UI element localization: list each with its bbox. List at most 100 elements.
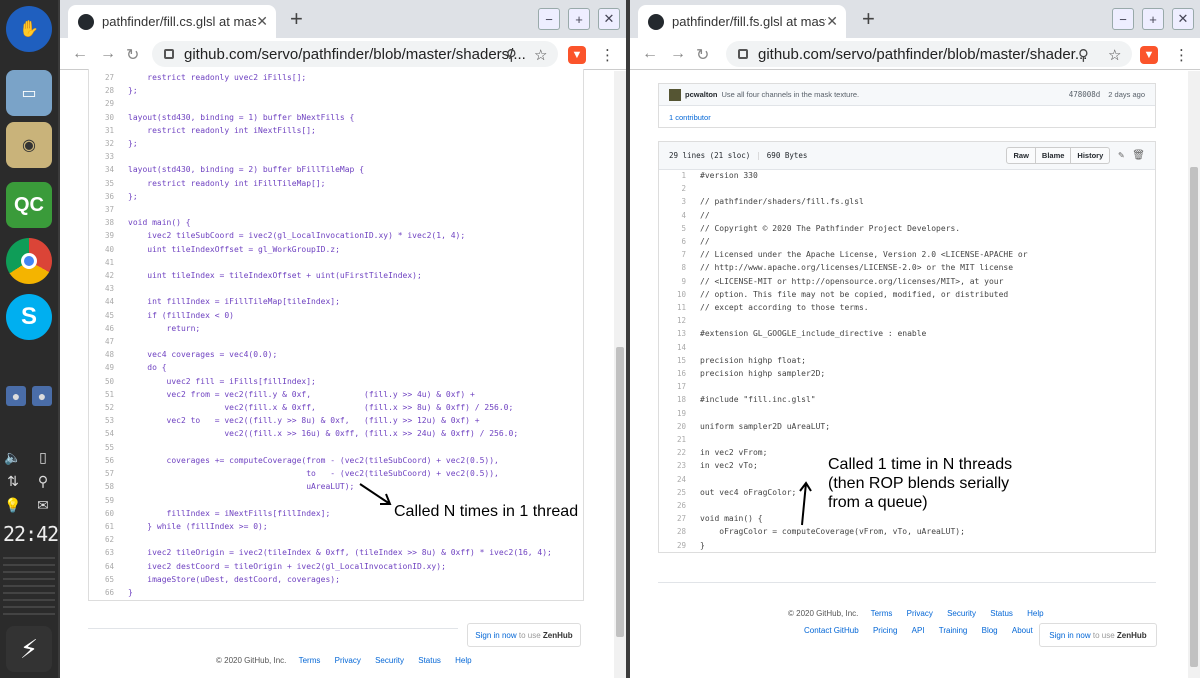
zenhub-brand: ZenHub [542, 630, 573, 640]
scrollbar[interactable] [614, 71, 626, 678]
file-size: 690 Bytes [766, 151, 808, 160]
edit-pencil-icon[interactable]: ✎ [1118, 150, 1124, 161]
zenhub-button[interactable]: Sign in now to use ZenHub [467, 623, 581, 647]
reload-icon[interactable]: ↻ [696, 45, 709, 65]
contributors-link[interactable]: 1 contributor [669, 113, 711, 122]
zoom-icon[interactable]: ⚲ [1078, 46, 1089, 64]
qtcreator-icon[interactable]: QC [6, 182, 52, 228]
footer-link-contact[interactable]: Contact GitHub [804, 626, 859, 635]
chrome-window-icon[interactable]: ● [32, 386, 52, 406]
volume-icon[interactable]: 🔈 [4, 448, 22, 466]
left-annotation: Called N times in 1 thread [394, 503, 579, 520]
browser-toolbar: ← → ↻ github.com/servo/pathfinder/blob/m… [60, 38, 626, 70]
skype-icon[interactable]: S [6, 294, 52, 340]
maximize-button[interactable]: + [1142, 8, 1164, 30]
raw-button[interactable]: Raw [1006, 147, 1036, 164]
zenhub-signin-link[interactable]: Sign in now [475, 631, 516, 640]
back-icon[interactable]: ← [72, 45, 88, 63]
scrollbar-thumb[interactable] [1190, 167, 1198, 667]
commit-message[interactable]: Use all four channels in the mask textur… [722, 90, 860, 99]
footer-link-terms[interactable]: Terms [871, 609, 893, 618]
brave-extension-icon[interactable]: ▼ [568, 46, 586, 64]
new-tab-button[interactable]: + [290, 8, 303, 30]
tab-strip: pathfinder/fill.cs.glsl at master ✕ + − … [60, 0, 626, 38]
brave-extension-icon[interactable]: ▼ [1140, 46, 1158, 64]
clock: 22:42 [3, 522, 59, 546]
footer-link-terms[interactable]: Terms [299, 656, 321, 665]
close-window-button[interactable]: ✕ [598, 8, 620, 30]
bookmark-star-icon[interactable]: ☆ [1108, 46, 1121, 64]
browser-tab[interactable]: pathfinder/fill.cs.glsl at master ✕ [68, 5, 276, 38]
footer-divider [88, 628, 458, 629]
minimize-button[interactable]: − [538, 8, 560, 30]
scrollbar-thumb[interactable] [616, 347, 624, 637]
footer-link-privacy[interactable]: Privacy [907, 609, 933, 618]
power-icon[interactable]: ⚡ [6, 626, 52, 672]
zenhub-text: to use [516, 630, 543, 640]
dock: ✋ ▭ ◉ QC S ● ● 🔈 ▯ ⇅ ⚲ 💡 ✉ 22:42 ⚡ [0, 0, 59, 678]
url-text: github.com/servo/pathfinder/blob/master/… [758, 45, 1088, 63]
speaker-icon[interactable]: ◉ [6, 122, 52, 168]
zoom-icon[interactable]: ⚲ [506, 46, 517, 64]
file-header: 29 lines (21 sloc) | 690 Bytes Raw Blame… [659, 142, 1155, 170]
browser-tab[interactable]: pathfinder/fill.fs.glsl at master ✕ [638, 5, 846, 38]
bookmark-star-icon[interactable]: ☆ [534, 46, 547, 64]
footer-link-blog[interactable]: Blog [982, 626, 998, 635]
address-bar[interactable]: github.com/servo/pathfinder/blob/master/… [152, 41, 558, 67]
forward-icon[interactable]: → [670, 45, 686, 63]
avatar [669, 88, 681, 101]
reload-icon[interactable]: ↻ [126, 45, 139, 65]
footer-link-api[interactable]: API [912, 626, 925, 635]
file-lines: 29 lines (21 sloc) [669, 151, 751, 160]
minimize-button[interactable]: − [1112, 8, 1134, 30]
footer-link-privacy[interactable]: Privacy [335, 656, 361, 665]
tab-title: pathfinder/fill.fs.glsl at master [672, 14, 827, 29]
address-bar[interactable]: github.com/servo/pathfinder/blob/master/… [726, 41, 1132, 67]
folder-icon[interactable]: ▭ [6, 70, 52, 116]
right-annotation: Called 1 time in N threads (then ROP ble… [828, 456, 1013, 511]
history-button[interactable]: History [1071, 147, 1111, 164]
zenhub-button[interactable]: Sign in now to use ZenHub [1039, 623, 1157, 647]
footer-link-help[interactable]: Help [1027, 609, 1043, 618]
footer-link-pricing[interactable]: Pricing [873, 626, 897, 635]
xfce-logo-icon[interactable]: ✋ [6, 6, 52, 52]
lightbulb-icon[interactable]: 💡 [4, 496, 22, 514]
lock-icon [738, 49, 748, 59]
close-tab-icon[interactable]: ✕ [256, 13, 268, 30]
line-numbers: 27 28 29 30 31 32 33 34 35 36 37 38 39 4… [104, 73, 114, 597]
back-icon[interactable]: ← [642, 45, 658, 63]
footer-link-status[interactable]: Status [418, 656, 441, 665]
chrome-window-icon[interactable]: ● [6, 386, 26, 406]
zenhub-brand: ZenHub [1116, 630, 1147, 640]
footer-link-status[interactable]: Status [990, 609, 1013, 618]
close-window-button[interactable]: ✕ [1172, 8, 1194, 30]
mail-icon[interactable]: ✉ [34, 496, 52, 514]
menu-icon[interactable]: ⋮ [600, 46, 615, 64]
close-tab-icon[interactable]: ✕ [826, 13, 838, 30]
zenhub-text: to use [1090, 630, 1117, 640]
footer-link-about[interactable]: About [1012, 626, 1033, 635]
forward-icon[interactable]: → [100, 45, 116, 63]
footer-link-security[interactable]: Security [947, 609, 976, 618]
commit-author[interactable]: pcwalton [685, 90, 718, 99]
footer-link-training[interactable]: Training [939, 626, 968, 635]
usb-icon[interactable]: ⚲ [34, 472, 52, 490]
file-divider: | [756, 151, 761, 160]
zenhub-signin-link[interactable]: Sign in now [1049, 631, 1090, 640]
blame-button[interactable]: Blame [1035, 147, 1072, 164]
footer-link-security[interactable]: Security [375, 656, 404, 665]
new-tab-button[interactable]: + [862, 8, 875, 30]
footer-copyright: © 2020 GitHub, Inc. [216, 656, 287, 665]
menu-icon[interactable]: ⋮ [1174, 46, 1189, 64]
maximize-button[interactable]: + [568, 8, 590, 30]
network-icon[interactable]: ⇅ [4, 472, 22, 490]
chrome-icon[interactable] [6, 238, 52, 284]
delete-trash-icon[interactable]: 🗑 [1132, 150, 1145, 161]
temperature-icon: ▯ [39, 448, 47, 465]
page-content: pcwalton Use all four channels in the ma… [630, 71, 1200, 678]
lock-icon [164, 49, 174, 59]
scrollbar[interactable] [1188, 71, 1200, 678]
footer-link-help[interactable]: Help [455, 656, 471, 665]
commit-sha[interactable]: 478008d [1069, 90, 1101, 99]
right-browser-window: pathfinder/fill.fs.glsl at master ✕ + − … [630, 0, 1200, 678]
